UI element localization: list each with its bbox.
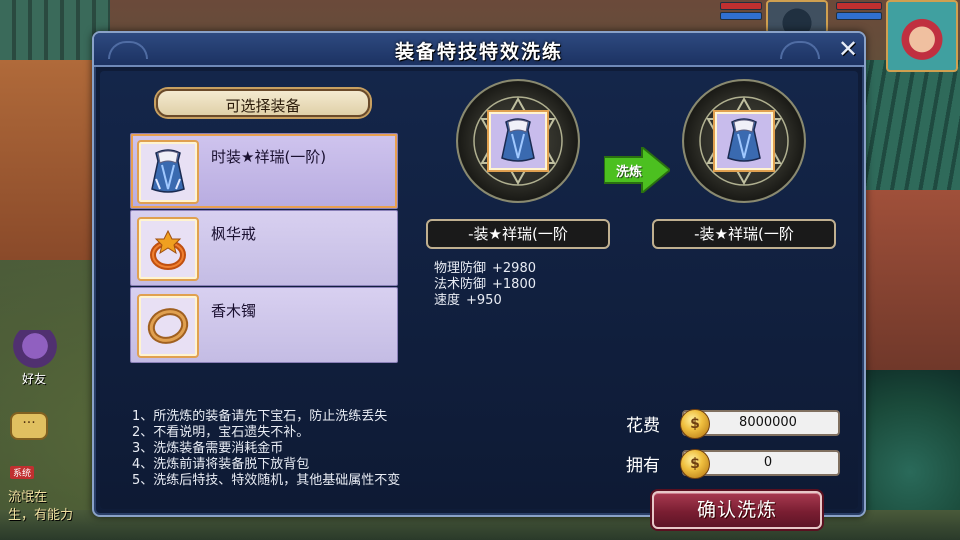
target-equipment-name: -装★祥瑞(一阶 bbox=[652, 219, 836, 249]
hp-bar-2 bbox=[836, 2, 882, 10]
refine-dialog: 装备特技特效洗练 ✕ 可选择装备 时装★祥瑞(一阶) 枫华戒 香木镯 -装★祥瑞… bbox=[92, 31, 866, 529]
friends-label[interactable]: 好友 bbox=[22, 370, 46, 387]
equipment-icon-frame bbox=[137, 140, 199, 204]
bracelet-icon bbox=[147, 308, 189, 344]
equipment-name: 枫华戒 bbox=[211, 225, 257, 243]
dialog-header: 装备特技特效洗练 ✕ bbox=[94, 33, 864, 67]
instruction-line: 1、所洗炼的装备请先下宝石，防止洗练丢失 bbox=[132, 409, 388, 424]
cloak-icon bbox=[501, 118, 535, 162]
confirm-refine-button[interactable]: 确认洗炼 bbox=[652, 491, 822, 529]
target-equipment-slot bbox=[682, 79, 806, 203]
stat-value: +2980 bbox=[492, 261, 536, 276]
stat-row: 物理防御 +2980 bbox=[434, 261, 536, 277]
chat-icon[interactable]: ··· bbox=[10, 412, 48, 440]
roof-right bbox=[860, 60, 960, 190]
stat-row: 法术防御 +1800 bbox=[434, 277, 536, 293]
instruction-line: 3、洗炼装备需要消耗金币 bbox=[132, 441, 284, 456]
hp-bar-1 bbox=[720, 2, 762, 10]
player-portrait[interactable] bbox=[886, 0, 958, 72]
owned-label: 拥有 bbox=[626, 456, 660, 476]
stat-label: 法术防御 bbox=[434, 277, 487, 292]
building-wall-left bbox=[0, 60, 95, 260]
dialog-title: 装备特技特效洗练 bbox=[394, 41, 563, 63]
cloak-icon bbox=[151, 149, 185, 193]
instruction-line: 5、洗练后特技、特效随机，其他基础属性不变 bbox=[132, 473, 401, 488]
equipment-name: 香木镯 bbox=[211, 302, 257, 320]
ring-icon bbox=[150, 229, 186, 270]
dialog-body: 可选择装备 时装★祥瑞(一阶) 枫华戒 香木镯 -装★祥瑞(一阶 洗炼 -装★祥… bbox=[100, 71, 858, 529]
equipment-item-ring[interactable]: 枫华戒 bbox=[130, 210, 398, 286]
equipment-item-cloak[interactable]: 时装★祥瑞(一阶) bbox=[130, 133, 398, 209]
instruction-line: 4、洗炼前请将装备脱下放背包 bbox=[132, 457, 310, 472]
target-equipment-item bbox=[713, 110, 775, 172]
mp-bar-2 bbox=[836, 12, 882, 20]
equipment-icon-frame bbox=[137, 294, 199, 358]
instructions-text: 1、所洗炼的装备请先下宝石，防止洗练丢失 2、不看说明，宝石遗失不补。 3、洗炼… bbox=[132, 409, 502, 489]
gold-coin-icon: $ bbox=[680, 449, 710, 479]
equipment-list: 时装★祥瑞(一阶) 枫华戒 香木镯 bbox=[130, 133, 400, 364]
mp-bar-1 bbox=[720, 12, 762, 20]
source-equipment-slot bbox=[456, 79, 580, 203]
cloak-icon bbox=[727, 118, 761, 162]
equipment-section-title: 可选择装备 bbox=[225, 97, 301, 115]
equipment-name: 时装★祥瑞(一阶) bbox=[211, 148, 327, 166]
equipment-item-bracelet[interactable]: 香木镯 bbox=[130, 287, 398, 363]
stat-value: +1800 bbox=[492, 277, 536, 292]
friends-icon[interactable] bbox=[8, 330, 62, 370]
stat-label: 物理防御 bbox=[434, 261, 487, 276]
gold-coin-icon: $ bbox=[680, 409, 710, 439]
equipment-icon-frame bbox=[137, 217, 199, 281]
chat-line: 流氓在 bbox=[8, 490, 48, 505]
close-button[interactable]: ✕ bbox=[834, 35, 862, 63]
stat-value: +950 bbox=[466, 293, 502, 308]
arrow-label: 洗炼 bbox=[616, 165, 643, 180]
pet-portrait[interactable] bbox=[766, 0, 828, 34]
building-wall-right bbox=[865, 190, 960, 370]
source-equipment-item bbox=[487, 110, 549, 172]
stat-row: 速度 +950 bbox=[434, 293, 536, 309]
cost-label: 花费 bbox=[626, 416, 660, 436]
chat-channel-tag: 系统 bbox=[10, 466, 35, 479]
instruction-line: 2、不看说明，宝石遗失不补。 bbox=[132, 425, 310, 440]
equipment-section-header: 可选择装备 bbox=[156, 89, 370, 117]
equipment-stats: 物理防御 +2980 法术防御 +1800 速度 +950 bbox=[434, 261, 536, 309]
source-equipment-name: -装★祥瑞(一阶 bbox=[426, 219, 610, 249]
chat-line: 生，有能力 bbox=[8, 508, 74, 523]
stat-label: 速度 bbox=[434, 293, 461, 308]
